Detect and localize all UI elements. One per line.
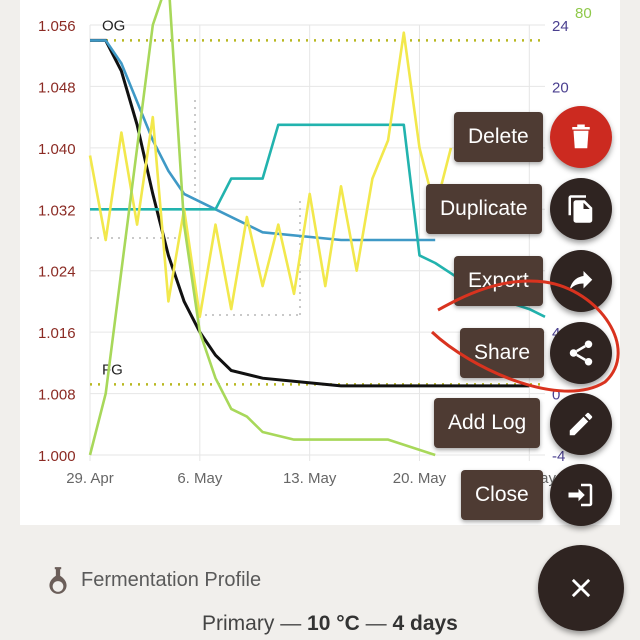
pencil-icon (569, 412, 593, 436)
export-button[interactable] (550, 250, 612, 312)
y-left-tick: 1.032 (38, 202, 76, 219)
share-label[interactable]: Share (460, 328, 545, 378)
stage-name: Primary (202, 612, 275, 635)
reference-label: FG (102, 361, 123, 378)
add-log-button[interactable] (550, 393, 612, 455)
exit-icon (568, 483, 593, 507)
stage-temperature: 10 °C (307, 612, 360, 635)
share-icon (569, 340, 593, 366)
series-line (88, 31, 453, 319)
y-left-tick: 1.016 (38, 325, 76, 342)
x-tick: 29. Apr (66, 470, 114, 487)
x-tick: 13. May (283, 470, 337, 487)
add-log-label[interactable]: Add Log (434, 398, 541, 448)
main-close-fab[interactable] (538, 545, 624, 631)
fermentation-profile-row[interactable]: Fermentation Profile (45, 560, 261, 600)
section-title: Fermentation Profile (81, 568, 262, 591)
stage-duration: 4 days (392, 612, 458, 635)
share-button[interactable] (550, 322, 612, 384)
y-right-top-tick: 80 (575, 5, 592, 22)
share-arrow-icon (569, 271, 593, 290)
stage-summary: Primary — 10 °C — 4 days (202, 612, 458, 636)
close-icon (571, 578, 591, 598)
delete-button[interactable] (550, 106, 612, 168)
duplicate-button[interactable] (550, 178, 612, 240)
y-right-tick: -4 (552, 448, 565, 465)
y-left-tick: 1.000 (38, 448, 76, 465)
y-left-tick: 1.040 (38, 141, 76, 158)
x-tick: 6. May (177, 470, 223, 487)
y-right-tick: 20 (552, 79, 569, 96)
flask-icon (49, 567, 67, 594)
x-tick: 20. May (393, 470, 447, 487)
reference-label: OG (102, 17, 125, 34)
y-left-tick: 1.008 (38, 387, 76, 404)
close-action-button[interactable] (550, 464, 612, 526)
delete-label[interactable]: Delete (454, 112, 543, 162)
fermentation-chart: OG FG 1.056 1.048 1.040 1.032 1.024 1.016 1.008… (38, 0, 592, 487)
close-label[interactable]: Close (461, 470, 543, 520)
y-right-tick: 24 (552, 18, 569, 35)
trash-icon (572, 124, 590, 149)
y-left-tick: 1.024 (38, 264, 76, 281)
stage-separator: — (365, 612, 387, 635)
export-label[interactable]: Export (454, 256, 543, 306)
y-left-tick: 1.048 (38, 79, 76, 96)
stage-separator: — (280, 612, 302, 635)
duplicate-label[interactable]: Duplicate (426, 184, 542, 234)
y-left-tick: 1.056 (38, 18, 76, 35)
copy-icon (568, 195, 593, 223)
